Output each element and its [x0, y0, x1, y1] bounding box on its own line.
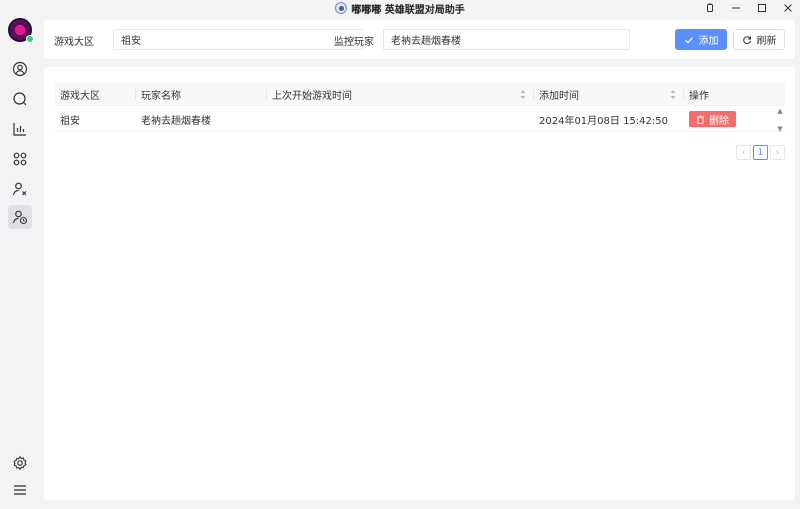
- table-scrollbar[interactable]: ▲ ▼: [775, 107, 785, 133]
- avatar[interactable]: [8, 18, 34, 43]
- sidebar-item-watch[interactable]: [8, 205, 32, 229]
- refresh-button[interactable]: 刷新: [733, 29, 785, 50]
- table-header: 游戏大区 玩家名称 上次开始游戏时间 添加时间 操作: [55, 83, 785, 106]
- user-circle-icon: [12, 61, 28, 77]
- column-header-region: 游戏大区: [55, 83, 136, 106]
- delete-button[interactable]: 删除: [689, 111, 736, 127]
- table-row: 祖安 老衲去趟烟春楼 2024年01月08日 15:42:50 删除: [55, 106, 785, 132]
- player-input[interactable]: 老衲去趟烟春楼: [383, 29, 630, 50]
- cell-region: 祖安: [60, 115, 80, 127]
- column-header-added-time[interactable]: 添加时间: [534, 83, 684, 106]
- cell-last-game: [267, 106, 534, 132]
- delete-button-label: 删除: [709, 115, 729, 127]
- maximize-icon[interactable]: [756, 2, 768, 14]
- online-status-icon: [26, 35, 34, 43]
- sidebar-item-blacklist[interactable]: [8, 177, 32, 201]
- refresh-button-label: 刷新: [756, 36, 777, 47]
- close-icon[interactable]: [782, 2, 794, 14]
- app-logo-icon: [335, 2, 348, 14]
- page-button-current[interactable]: 1: [753, 145, 768, 160]
- sidebar-item-search[interactable]: [8, 87, 32, 111]
- pin-icon[interactable]: [704, 2, 716, 14]
- sidebar: [0, 16, 40, 509]
- sort-icon[interactable]: [670, 89, 676, 100]
- title-bar: 嘟嘟嘟 英雄联盟对局助手: [0, 0, 800, 16]
- sidebar-item-stats[interactable]: [8, 117, 32, 141]
- region-select[interactable]: 祖安: [113, 29, 363, 50]
- menu-icon: [14, 485, 26, 495]
- player-label: 监控玩家: [334, 37, 374, 48]
- player-input-value: 老衲去趟烟春楼: [391, 36, 461, 47]
- column-header-last-game[interactable]: 上次开始游戏时间: [267, 83, 534, 106]
- next-page-button[interactable]: ›: [770, 145, 785, 160]
- watch-table: 游戏大区 玩家名称 上次开始游戏时间 添加时间 操作 祖安 老衲去趟烟春楼 20…: [55, 83, 785, 133]
- region-select-value: 祖安: [121, 36, 141, 47]
- sidebar-item-apps[interactable]: [8, 147, 32, 171]
- sidebar-item-settings[interactable]: [8, 451, 32, 475]
- add-button-label: 添加: [698, 36, 719, 47]
- gear-icon: [13, 455, 27, 471]
- sidebar-item-profile[interactable]: [8, 57, 32, 81]
- chart-icon: [13, 123, 26, 136]
- sort-icon[interactable]: [520, 89, 526, 100]
- prev-page-button[interactable]: ‹: [736, 145, 751, 160]
- region-label: 游戏大区: [54, 37, 94, 48]
- user-clock-icon: [12, 210, 28, 225]
- search-icon: [13, 92, 27, 106]
- sidebar-item-menu[interactable]: [8, 478, 32, 502]
- trash-icon: [697, 115, 704, 124]
- main-panel: 游戏大区 玩家名称 上次开始游戏时间 添加时间 操作 祖安 老衲去趟烟春楼 20…: [44, 67, 795, 500]
- scroll-down-icon[interactable]: ▼: [777, 125, 782, 133]
- pagination: ‹ 1 ›: [736, 145, 785, 160]
- cell-added-time: 2024年01月08日 15:42:50: [539, 115, 668, 127]
- column-header-player: 玩家名称: [136, 83, 267, 106]
- filter-bar: 游戏大区 祖安 监控玩家 老衲去趟烟春楼 添加 刷新: [44, 20, 795, 59]
- cell-actions: 删除: [684, 106, 785, 132]
- cell-player: 老衲去趟烟春楼: [141, 115, 211, 127]
- minimize-icon[interactable]: [730, 2, 742, 14]
- grid-icon: [13, 152, 27, 166]
- check-icon: [684, 36, 693, 43]
- add-button[interactable]: 添加: [675, 29, 727, 50]
- refresh-icon: [742, 35, 751, 44]
- scroll-up-icon[interactable]: ▲: [777, 107, 782, 115]
- window-title: 嘟嘟嘟 英雄联盟对局助手: [351, 4, 465, 16]
- column-header-actions: 操作: [689, 91, 709, 102]
- user-x-icon: [12, 182, 27, 196]
